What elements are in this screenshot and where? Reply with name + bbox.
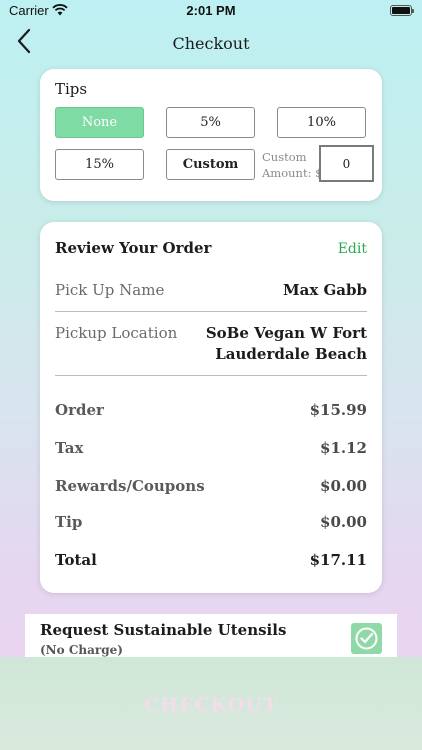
tip-value: $0.00 [320, 513, 367, 531]
utensils-title: Request Sustainable Utensils [40, 621, 287, 639]
pickup-location-value-line2: Lauderdale Beach [215, 345, 367, 363]
checkout-label: CHECKOUT [144, 694, 278, 716]
order-value: $15.99 [309, 401, 367, 419]
custom-amount-label-line1: Custom [262, 150, 307, 164]
custom-amount-input[interactable] [319, 145, 374, 182]
pickup-location-label: Pickup Location [55, 324, 178, 342]
pickup-location-value-line1: SoBe Vegan W Fort [205, 324, 367, 342]
rewards-value: $0.00 [320, 477, 367, 495]
pickup-name-value: Max Gabb [283, 281, 367, 299]
tip-label: Tip [55, 513, 83, 531]
review-order-title: Review Your Order [55, 239, 212, 257]
edit-order-link[interactable]: Edit [338, 241, 367, 257]
battery-icon [390, 5, 414, 16]
review-order-card: Review Your Order Edit Pick Up Name Max … [40, 222, 382, 593]
total-value: $17.11 [309, 551, 367, 569]
status-bar: Carrier 2:01 PM [0, 0, 422, 22]
tips-card: Tips None 5% 10% 15% Custom Custom Amoun… [40, 69, 382, 201]
tip-none-button[interactable]: None [55, 107, 144, 138]
tips-title: Tips [55, 80, 88, 98]
checkmark-circle-icon [355, 627, 378, 650]
rewards-label: Rewards/Coupons [55, 477, 205, 495]
total-label: Total [55, 551, 97, 569]
custom-amount-label: Custom Amount: $ [262, 149, 322, 181]
tip-custom-button[interactable]: Custom [166, 149, 255, 180]
tip-10-button[interactable]: 10% [277, 107, 366, 138]
utensils-checkbox[interactable] [351, 623, 382, 654]
page-title: Checkout [172, 34, 250, 53]
order-label: Order [55, 401, 104, 419]
divider [55, 311, 367, 312]
pickup-name-label: Pick Up Name [55, 281, 165, 299]
utensils-subtitle: (No Charge) [40, 643, 123, 657]
status-time: 2:01 PM [186, 3, 236, 18]
divider [55, 375, 367, 376]
tip-15-button[interactable]: 15% [55, 149, 144, 180]
checkout-button[interactable]: CHECKOUT [0, 657, 422, 750]
tax-label: Tax [55, 439, 84, 457]
tax-value: $1.12 [320, 439, 367, 457]
tip-5-button[interactable]: 5% [166, 107, 255, 138]
custom-amount-label-line2: Amount: $ [262, 166, 323, 180]
